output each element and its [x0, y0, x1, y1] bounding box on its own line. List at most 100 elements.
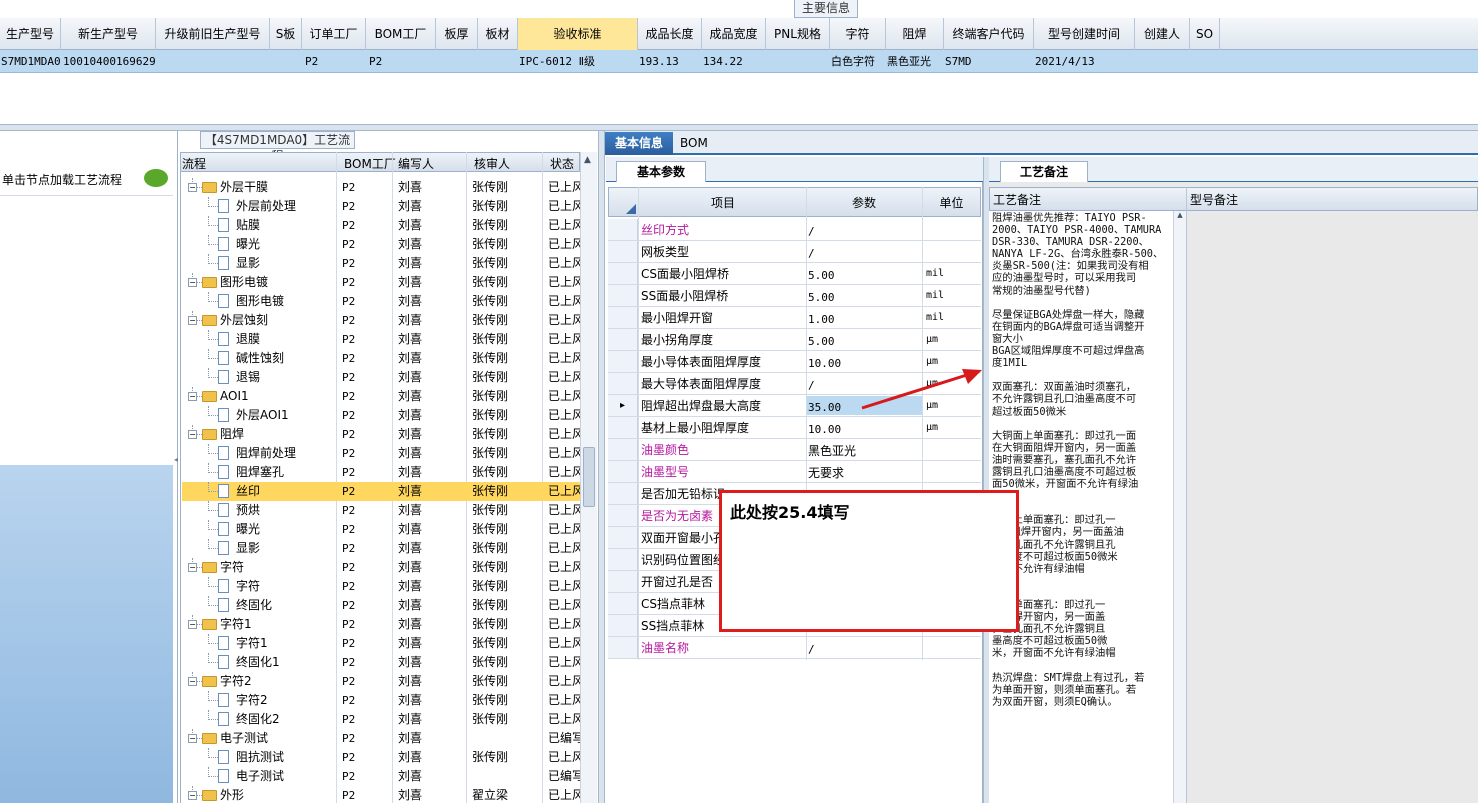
scroll-up-icon[interactable]: ▲ [584, 155, 591, 165]
row-selector[interactable] [608, 219, 638, 240]
header-col[interactable]: 终端客户代码 [944, 18, 1034, 50]
params-row[interactable]: 最小导体表面阻焊厚度 10.00 μm [608, 351, 981, 373]
param-value-cell[interactable]: 5.00 [807, 264, 922, 283]
collapse-icon[interactable]: − [188, 734, 197, 743]
params-row[interactable]: 油墨型号 无要求 [608, 461, 981, 483]
middle-splitter[interactable] [598, 131, 605, 803]
tree-row[interactable]: 阻焊塞孔 P2 刘喜 张传刚 已上风 [182, 463, 597, 482]
row-selector[interactable] [608, 241, 638, 262]
params-header-cell[interactable]: 项目 [640, 194, 806, 211]
row-selector[interactable] [608, 593, 638, 614]
tree-row[interactable]: 显影 P2 刘喜 张传刚 已上风 [182, 539, 597, 558]
collapse-icon[interactable]: − [188, 430, 197, 439]
tab-bom[interactable]: BOM [680, 132, 720, 155]
row-selector[interactable] [608, 461, 638, 482]
row-selector[interactable] [608, 571, 638, 592]
tree-row[interactable]: 预烘 P2 刘喜 张传刚 已上风 [182, 501, 597, 520]
param-value-cell[interactable]: / [807, 374, 922, 393]
tree-row[interactable]: − 阻焊 P2 刘喜 张传刚 已上风 [182, 425, 597, 444]
row-selector[interactable] [608, 483, 638, 504]
params-row[interactable]: 最小拐角厚度 5.00 μm [608, 329, 981, 351]
header-col[interactable]: 阻焊 [886, 18, 944, 50]
tree-row[interactable]: 退锡 P2 刘喜 张传刚 已上风 [182, 368, 597, 387]
row-selector[interactable] [608, 351, 638, 372]
tree-row[interactable]: 阻抗测试 P2 刘喜 张传刚 已上风 [182, 748, 597, 767]
header-col[interactable]: 板材 [478, 18, 518, 50]
row-selector[interactable] [608, 307, 638, 328]
tree-header-cell[interactable]: 编写人 [398, 155, 434, 172]
tree-row[interactable]: 字符 P2 刘喜 张传刚 已上风 [182, 577, 597, 596]
tree-row[interactable]: 退膜 P2 刘喜 张传刚 已上风 [182, 330, 597, 349]
tree-row[interactable]: 字符1 P2 刘喜 张传刚 已上风 [182, 634, 597, 653]
header-col[interactable]: 订单工厂 [302, 18, 366, 50]
collapse-icon[interactable]: − [188, 563, 197, 572]
collapse-icon[interactable]: − [188, 791, 197, 800]
scroll-up-icon[interactable]: ▲ [1174, 211, 1186, 219]
row-selector[interactable] [608, 505, 638, 526]
row-selector[interactable] [608, 329, 638, 350]
header-col[interactable]: 生产型号 [0, 18, 61, 50]
tree-row[interactable]: 图形电镀 P2 刘喜 张传刚 已上风 [182, 292, 597, 311]
tree-scrollbar[interactable]: ▲ [580, 152, 597, 803]
horizontal-splitter[interactable] [0, 124, 1478, 131]
header-col[interactable]: 字符 [830, 18, 886, 50]
tree-row[interactable]: 曝光 P2 刘喜 张传刚 已上风 [182, 520, 597, 539]
collapse-icon[interactable]: − [188, 677, 197, 686]
param-value-cell[interactable]: 10.00 [807, 352, 922, 371]
params-header-cell[interactable]: 参数 [806, 194, 922, 211]
header-col[interactable]: 升级前旧生产型号 [156, 18, 270, 50]
param-value-cell[interactable]: 黑色亚光 [807, 440, 922, 459]
row-selector[interactable] [608, 615, 638, 636]
tree-header-cell[interactable]: 状态 [550, 155, 574, 172]
param-value-cell[interactable]: / [807, 242, 922, 261]
collapse-icon[interactable]: − [188, 392, 197, 401]
row-selector[interactable] [608, 637, 638, 658]
header-col[interactable]: 新生产型号 [61, 18, 156, 50]
row-selector[interactable] [608, 527, 638, 548]
tree-row[interactable]: − 电子测试 P2 刘喜 已编写 [182, 729, 597, 748]
collapse-icon[interactable]: − [188, 278, 197, 287]
header-col[interactable]: 板厚 [436, 18, 478, 50]
params-row[interactable]: 最小阻焊开窗 1.00 mil [608, 307, 981, 329]
tree-row[interactable]: − 图形电镀 P2 刘喜 张传刚 已上风 [182, 273, 597, 292]
header-col[interactable]: 创建人 [1135, 18, 1190, 50]
tree-row[interactable]: − 字符 P2 刘喜 张传刚 已上风 [182, 558, 597, 577]
tree-header-cell[interactable]: BOM工厂 [344, 155, 396, 172]
params-row[interactable]: 油墨名称 / [608, 637, 981, 659]
row-selector[interactable] [608, 549, 638, 570]
param-value-cell[interactable]: 无要求 [807, 462, 922, 481]
params-row[interactable]: 网板类型 / [608, 241, 981, 263]
row-selector[interactable] [608, 417, 638, 438]
notes-tab[interactable]: 工艺备注 [1000, 161, 1088, 182]
scroll-thumb[interactable] [583, 447, 595, 507]
tree-row[interactable]: − AOI1 P2 刘喜 张传刚 已上风 [182, 387, 597, 406]
tree-header-cell[interactable]: 流程 [182, 155, 206, 172]
param-value-cell[interactable]: 5.00 [807, 330, 922, 349]
header-col[interactable]: 成品长度 [638, 18, 702, 50]
params-row[interactable]: ▸ 阻焊超出焊盘最大高度 35.00 μm [608, 395, 981, 417]
param-value-cell[interactable]: 35.00 [807, 396, 922, 415]
header-col[interactable]: SO [1190, 18, 1220, 50]
params-row[interactable]: 基材上最小阻焊厚度 10.00 μm [608, 417, 981, 439]
tree-row[interactable]: 电子测试 P2 刘喜 已编写 [182, 767, 597, 786]
tree-row[interactable]: 丝印 P2 刘喜 张传刚 已上风 [182, 482, 597, 501]
tree-row[interactable]: − 外层蚀刻 P2 刘喜 张传刚 已上风 [182, 311, 597, 330]
param-value-cell[interactable]: 1.00 [807, 308, 922, 327]
param-value-cell[interactable]: / [807, 638, 922, 657]
tree-row[interactable]: 外层AOI1 P2 刘喜 张传刚 已上风 [182, 406, 597, 425]
tree-row[interactable]: 终固化 P2 刘喜 张传刚 已上风 [182, 596, 597, 615]
tree-row[interactable]: − 外层干膜 P2 刘喜 张传刚 已上风 [182, 178, 597, 197]
header-col[interactable]: 成品宽度 [702, 18, 766, 50]
tree-row[interactable]: 字符2 P2 刘喜 张传刚 已上风 [182, 691, 597, 710]
basic-params-tab[interactable]: 基本参数 [616, 161, 706, 182]
tree-row[interactable]: 外层前处理 P2 刘喜 张传刚 已上风 [182, 197, 597, 216]
row-selector[interactable] [608, 373, 638, 394]
param-value-cell[interactable]: 10.00 [807, 418, 922, 437]
header-col[interactable]: S板 [270, 18, 302, 50]
row-selector[interactable] [608, 263, 638, 284]
main-table-row[interactable]: S7MD1MDA0 10010400169629 P2 P2 IPC-6012 Ⅱ级 19… [0, 50, 1478, 73]
tree-row[interactable]: − 外形 P2 刘喜 翟立梁 已上风 [182, 786, 597, 805]
collapse-icon[interactable]: − [188, 620, 197, 629]
params-header-cell[interactable]: 单位 [922, 194, 981, 211]
params-row[interactable]: 最大导体表面阻焊厚度 / μm [608, 373, 981, 395]
